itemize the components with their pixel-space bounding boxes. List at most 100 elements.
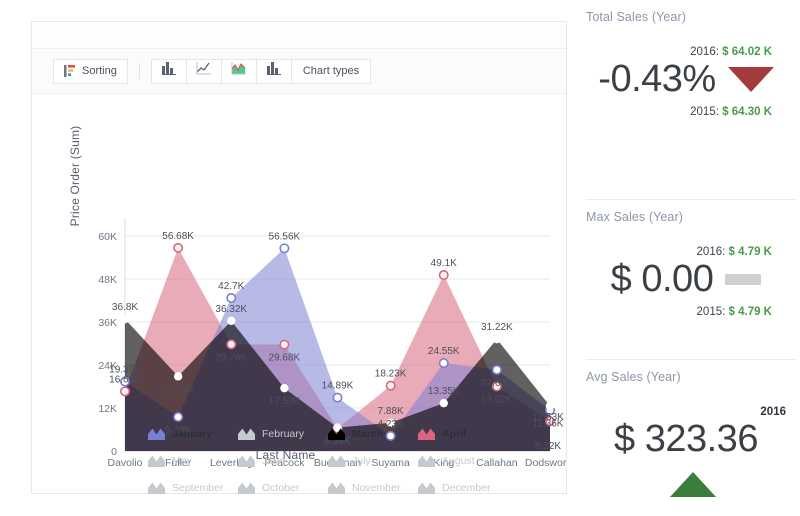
kpi-current-year-label: 2016: xyxy=(690,46,719,58)
data-point[interactable] xyxy=(173,242,184,253)
legend-item-label: May xyxy=(172,454,192,467)
data-point[interactable] xyxy=(120,314,130,324)
legend-item-december[interactable]: December xyxy=(418,474,508,501)
legend-item-june[interactable]: June xyxy=(238,447,328,474)
data-point-label: 22.64K xyxy=(481,378,513,389)
legend-item-january[interactable]: January xyxy=(148,420,238,447)
legend-item-may[interactable]: May xyxy=(148,447,238,474)
kpi-main-row: $ 323.36 xyxy=(586,420,800,458)
data-point-label: 18.23K xyxy=(375,369,407,380)
data-point-label: 42.7K xyxy=(218,281,244,292)
kpi-title: Avg Sales (Year) xyxy=(586,370,681,384)
legend-item-september[interactable]: September xyxy=(148,474,238,501)
data-point[interactable] xyxy=(439,398,448,408)
legend-area-icon xyxy=(148,482,165,494)
kpi-previous-year-row: 2015: $ 4.79 K xyxy=(586,306,800,318)
legend-item-april[interactable]: April xyxy=(418,420,508,447)
panel-header xyxy=(32,22,566,49)
data-point-label: 56.68K xyxy=(162,231,194,242)
kpi-previous-year-value: $ 4.79 K xyxy=(728,306,772,318)
kpi-previous-year-label: 2015: xyxy=(690,106,719,118)
y-axis-title: Price Order (Sum) xyxy=(68,125,82,227)
legend-area-icon xyxy=(418,428,435,440)
data-point[interactable] xyxy=(545,401,555,411)
kpi-current-year-row: 2016: $ 64.02 K xyxy=(586,46,800,58)
data-point-label: 49.1K xyxy=(431,258,457,269)
legend-item-label: April xyxy=(442,427,466,440)
data-point[interactable] xyxy=(492,334,502,344)
toolbar-divider xyxy=(138,63,140,79)
kpi-trend-row xyxy=(586,472,800,497)
legend-area-icon xyxy=(148,455,165,467)
data-point[interactable] xyxy=(280,383,289,393)
kpi-max-sales: Max Sales (Year) 2016: $ 4.79 K $ 0.00 2… xyxy=(586,200,800,360)
legend-item-label: January xyxy=(172,427,213,440)
legend-item-label: November xyxy=(352,481,401,494)
legend-item-august[interactable]: August xyxy=(418,447,508,474)
kpi-avg-sales: Avg Sales (Year) 2016 $ 323.36 xyxy=(586,360,800,516)
data-point[interactable] xyxy=(226,292,237,303)
legend-area-icon xyxy=(328,428,345,440)
data-point[interactable] xyxy=(491,364,502,375)
kpi-current-year-row: 2016: $ 4.79 K xyxy=(586,246,800,258)
legend-item-february[interactable]: February xyxy=(238,420,328,447)
legend-item-march[interactable]: March xyxy=(328,420,418,447)
bar-chart-type-button[interactable] xyxy=(150,58,186,84)
kpi-year-label: 2016 xyxy=(760,406,786,418)
data-point[interactable] xyxy=(438,270,449,281)
kpi-previous-year-value: $ 64.30 K xyxy=(722,106,772,118)
legend-area-icon xyxy=(328,455,345,467)
data-point-label: 17.53K xyxy=(269,396,301,407)
data-point[interactable] xyxy=(438,358,449,369)
y-axis-tick-label: 36K xyxy=(98,317,117,329)
data-point[interactable] xyxy=(279,243,290,254)
legend-item-label: July xyxy=(352,454,371,467)
legend-area-icon xyxy=(238,455,255,467)
data-point[interactable] xyxy=(227,316,236,326)
chart-types-button[interactable]: Chart types xyxy=(290,58,372,84)
chart-type-icon-group xyxy=(150,58,291,84)
dashboard-root: Sorting Chart types 0 12K 24K 36K 48K 60… xyxy=(0,0,800,516)
data-point-label: 56.56K xyxy=(269,231,301,242)
bar-chart-icon xyxy=(161,62,176,80)
legend-item-label: March xyxy=(352,427,383,440)
line-chart-type-button[interactable] xyxy=(185,58,221,84)
kpi-current-year-value: $ 64.02 K xyxy=(722,46,772,58)
legend-item-july[interactable]: July xyxy=(328,447,418,474)
data-point-label: 29.68K xyxy=(269,353,301,364)
kpi-current-year-value: $ 4.79 K xyxy=(728,246,772,258)
data-point-label: 19.38K xyxy=(109,365,141,376)
legend-item-label: December xyxy=(442,481,491,494)
kpi-previous-year-row: 2015: $ 64.30 K xyxy=(586,106,800,118)
legend-item-label: June xyxy=(262,454,285,467)
line-chart-icon xyxy=(196,62,212,80)
kpi-previous-year-label: 2015: xyxy=(696,306,726,318)
trend-up-icon xyxy=(670,472,716,497)
sorting-button[interactable]: Sorting xyxy=(53,58,128,84)
data-point[interactable] xyxy=(385,380,396,391)
legend-area-icon xyxy=(328,482,345,494)
legend-area-icon xyxy=(148,428,165,440)
chart-toolbar: Sorting Chart types xyxy=(32,49,566,94)
trend-down-icon xyxy=(727,66,774,92)
column-chart-type-button[interactable] xyxy=(255,58,291,84)
data-point[interactable] xyxy=(226,339,237,350)
chart-panel: Sorting Chart types 0 12K 24K 36K 48K 60… xyxy=(31,21,567,494)
legend-item-label: February xyxy=(262,427,305,440)
area-chart-type-button[interactable] xyxy=(220,58,256,84)
y-axis-tick-label: 12K xyxy=(98,403,117,415)
data-point[interactable] xyxy=(332,392,343,403)
legend-item-label: October xyxy=(262,481,300,494)
data-point[interactable] xyxy=(173,372,183,381)
y-axis-tick-label: 60K xyxy=(98,231,117,243)
legend-item-november[interactable]: November xyxy=(328,474,418,501)
legend-area-icon xyxy=(238,482,255,494)
data-point[interactable] xyxy=(120,386,131,397)
data-point-label: 29.76K xyxy=(215,352,247,363)
kpi-current-year-label: 2016: xyxy=(696,246,726,258)
area-chart-icon xyxy=(231,62,247,80)
legend-item-october[interactable]: October xyxy=(238,474,328,501)
kpi-title: Total Sales (Year) xyxy=(586,10,686,24)
data-point[interactable] xyxy=(279,339,290,350)
y-axis-tick-label: 48K xyxy=(98,274,117,286)
